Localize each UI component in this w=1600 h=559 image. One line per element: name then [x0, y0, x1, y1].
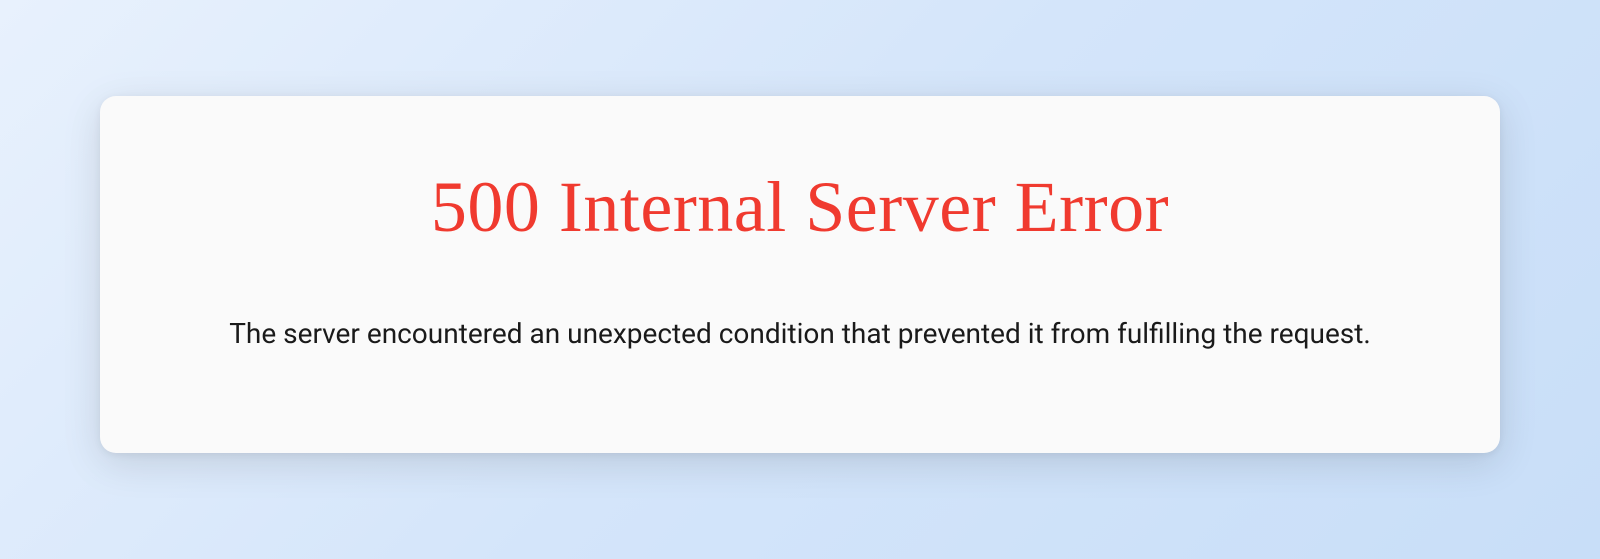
error-card: 500 Internal Server Error The server enc… — [100, 96, 1500, 453]
error-message: The server encountered an unexpected con… — [160, 314, 1440, 353]
error-title: 500 Internal Server Error — [160, 166, 1440, 249]
